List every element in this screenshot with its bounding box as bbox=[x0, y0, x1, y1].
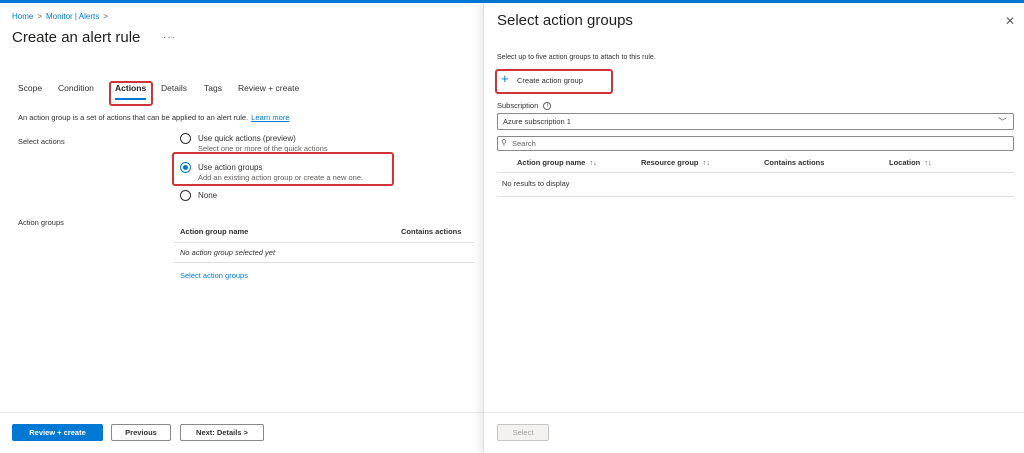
search-input[interactable] bbox=[512, 138, 1007, 149]
create-action-group-label: Create action group bbox=[517, 76, 583, 85]
sort-icon: ↑↓ bbox=[702, 158, 711, 167]
column-label: Action group name bbox=[517, 158, 586, 167]
subscription-label-text: Subscription bbox=[497, 101, 539, 110]
info-icon: i bbox=[543, 102, 552, 111]
pane-description: Select up to five action groups to attac… bbox=[497, 54, 656, 61]
search-icon: ⚲ bbox=[501, 138, 507, 147]
radio-label: Use action groups bbox=[198, 163, 263, 172]
select-button[interactable]: Select bbox=[497, 424, 549, 441]
column-location[interactable]: Location ↑↓ bbox=[889, 158, 932, 167]
tab-condition[interactable]: Condition bbox=[58, 83, 94, 93]
empty-message: No action group selected yet bbox=[180, 248, 276, 257]
previous-button[interactable]: Previous bbox=[111, 424, 171, 441]
info-text: An action group is a set of actions that… bbox=[18, 113, 249, 122]
action-groups-empty-row: No action group selected yet bbox=[174, 243, 474, 263]
select-action-groups-link[interactable]: Select action groups bbox=[180, 271, 248, 280]
plus-icon: + bbox=[501, 71, 509, 86]
chevron-down-icon: ﹀ bbox=[997, 117, 1007, 127]
tab-review-create[interactable]: Review + create bbox=[238, 83, 299, 93]
breadcrumb-monitor-alerts[interactable]: Monitor | Alerts bbox=[46, 12, 99, 21]
tab-details[interactable]: Details bbox=[161, 83, 187, 93]
action-groups-table-header: Action group name Contains actions bbox=[174, 223, 474, 243]
radio-button[interactable] bbox=[180, 190, 191, 201]
no-results-message: No results to display bbox=[502, 179, 570, 188]
column-label: Resource group bbox=[641, 158, 699, 167]
action-groups-grid-header: Action group name ↑↓ Resource group ↑↓ Con… bbox=[497, 153, 1014, 173]
next-details-button[interactable]: Next: Details > bbox=[180, 424, 264, 441]
review-create-button[interactable]: Review + create bbox=[12, 424, 103, 441]
tab-actions[interactable]: Actions bbox=[115, 83, 147, 100]
breadcrumb: Home > Monitor | Alerts > bbox=[12, 12, 112, 21]
select-actions-label: Select actions bbox=[18, 137, 65, 146]
sort-icon: ↑↓ bbox=[589, 158, 597, 167]
radio-button-selected[interactable] bbox=[180, 162, 191, 173]
action-groups-label: Action groups bbox=[18, 218, 64, 227]
subscription-dropdown[interactable]: Azure subscription 1 ﹀ bbox=[497, 113, 1014, 130]
pane-title: Select action groups bbox=[497, 12, 633, 29]
column-action-group-name: Action group name bbox=[180, 227, 249, 236]
create-alert-rule-blade: Home > Monitor | Alerts > Create an alert r… bbox=[0, 3, 483, 453]
column-label: Location bbox=[889, 158, 921, 167]
pane-footer-divider bbox=[484, 412, 1024, 413]
more-options-icon[interactable]: ··· bbox=[163, 32, 176, 43]
breadcrumb-separator: > bbox=[37, 12, 43, 21]
column-resource-group[interactable]: Resource group ↑↓ bbox=[641, 158, 710, 167]
radio-label: None bbox=[198, 191, 218, 200]
tab-scope[interactable]: Scope bbox=[18, 83, 42, 93]
search-box[interactable]: ⚲ bbox=[497, 136, 1014, 151]
column-contains-actions: Contains actions bbox=[401, 227, 462, 236]
sort-icon: ↑↓ bbox=[924, 158, 932, 167]
radio-description: Add an existing action group or create a… bbox=[198, 173, 364, 182]
column-action-group-name[interactable]: Action group name ↑↓ bbox=[517, 158, 597, 167]
action-group-info: An action group is a set of actions that… bbox=[18, 113, 290, 122]
grid-empty-row: No results to display bbox=[497, 173, 1014, 197]
radio-label: Use quick actions (preview) bbox=[198, 134, 296, 143]
close-icon[interactable]: ✕ bbox=[1005, 14, 1015, 28]
tab-actions-label: Actions bbox=[115, 83, 147, 93]
subscription-value: Azure subscription 1 bbox=[503, 117, 571, 126]
select-action-groups-pane: Select action groups ✕ Select up to five… bbox=[483, 3, 1024, 453]
page-title: Create an alert rule bbox=[12, 29, 141, 46]
column-contains-actions: Contains actions bbox=[764, 158, 825, 167]
footer-divider bbox=[0, 412, 483, 413]
subscription-label: Subscription i bbox=[497, 101, 552, 111]
breadcrumb-home[interactable]: Home bbox=[12, 12, 33, 21]
tab-tags[interactable]: Tags bbox=[204, 83, 222, 93]
learn-more-link[interactable]: Learn more bbox=[251, 113, 289, 122]
breadcrumb-separator: > bbox=[103, 12, 108, 21]
radio-description: Select one or more of the quick actions bbox=[198, 144, 328, 153]
active-tab-underline bbox=[115, 98, 147, 100]
radio-button[interactable] bbox=[180, 133, 191, 144]
